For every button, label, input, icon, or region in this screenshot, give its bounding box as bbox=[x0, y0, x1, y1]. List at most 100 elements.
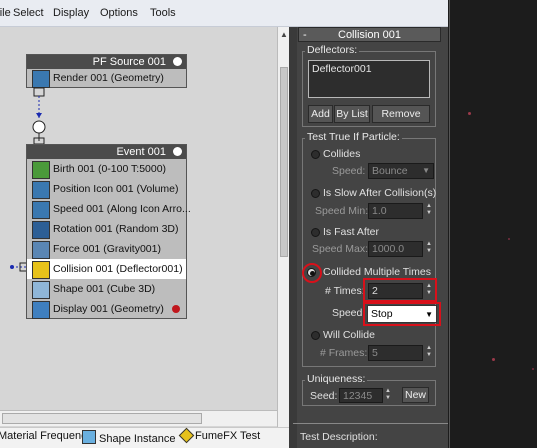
position-icon bbox=[32, 181, 50, 199]
frames-spinner[interactable]: ▲ ▼ bbox=[425, 345, 433, 360]
deflectors-list[interactable]: Deflector001 bbox=[308, 60, 430, 98]
divider bbox=[293, 423, 448, 424]
node-close-icon[interactable] bbox=[173, 147, 182, 156]
node-row-label: Speed 001 (Along Icon Arro... bbox=[53, 203, 191, 215]
collision-icon bbox=[32, 261, 50, 279]
viewport-border bbox=[449, 0, 450, 448]
speed-stop-select[interactable]: Stop ▼ bbox=[367, 305, 437, 323]
menu-options[interactable]: Options bbox=[100, 7, 138, 19]
node-row[interactable]: Display 001 (Geometry) bbox=[27, 299, 186, 319]
speed-stop-label: Speed: bbox=[332, 307, 366, 319]
node-row[interactable]: Rotation 001 (Random 3D) bbox=[27, 219, 186, 239]
times-spinner[interactable]: ▲ ▼ bbox=[425, 283, 433, 298]
node-row-label: Collision 001 (Deflector001) bbox=[53, 263, 183, 275]
node-row-selected[interactable]: Collision 001 (Deflector001) bbox=[27, 259, 186, 279]
radio-dot bbox=[310, 271, 315, 276]
by-list-button[interactable]: By List bbox=[334, 105, 370, 123]
speed-min-spinner[interactable]: ▲ ▼ bbox=[425, 203, 433, 218]
viewport[interactable] bbox=[448, 0, 537, 448]
node-row-label: Rotation 001 (Random 3D) bbox=[53, 223, 179, 235]
deflector-list-item[interactable]: Deflector001 bbox=[312, 63, 372, 75]
chevron-down-icon: ▼ bbox=[422, 166, 430, 175]
horizontal-scrollbar[interactable] bbox=[0, 410, 277, 426]
status-item-shape-instance[interactable]: Shape Instance bbox=[82, 430, 175, 445]
status-item-fumefx-test[interactable]: FumeFX Test bbox=[178, 427, 261, 444]
fumefx-test-icon bbox=[178, 427, 195, 444]
frames-field[interactable]: 5 bbox=[368, 345, 423, 361]
speed-max-field[interactable]: 1000.0 bbox=[368, 241, 423, 257]
menu-tools[interactable]: Tools bbox=[150, 7, 176, 19]
speed-stop-value: Stop bbox=[371, 308, 393, 320]
rollout-title: Collision 001 bbox=[338, 29, 401, 41]
test-label: Test True If Particle: bbox=[305, 131, 402, 143]
birth-icon bbox=[32, 161, 50, 179]
node-row-label: Shape 001 (Cube 3D) bbox=[53, 283, 156, 295]
node-row[interactable]: Speed 001 (Along Icon Arro... bbox=[27, 199, 191, 219]
node-row[interactable]: Position Icon 001 (Volume) bbox=[27, 179, 186, 199]
menu-file[interactable]: File bbox=[0, 7, 11, 19]
will-collide-radio[interactable] bbox=[311, 331, 320, 340]
add-button[interactable]: Add bbox=[308, 105, 333, 123]
node-row-label: Force 001 (Gravity001) bbox=[53, 243, 161, 255]
rotation-icon bbox=[32, 221, 50, 239]
node-row[interactable]: Shape 001 (Cube 3D) bbox=[27, 279, 186, 299]
force-icon bbox=[32, 241, 50, 259]
frames-label: # Frames: bbox=[320, 347, 368, 359]
rollout-header[interactable]: - Collision 001 bbox=[298, 27, 441, 42]
multiple-times-radio[interactable] bbox=[307, 268, 316, 277]
deflectors-label: Deflectors: bbox=[305, 44, 360, 56]
scroll-thumb[interactable] bbox=[2, 413, 202, 424]
remove-button[interactable]: Remove bbox=[372, 105, 430, 123]
shape-instance-icon bbox=[82, 430, 96, 444]
speed-label: Speed: bbox=[332, 165, 366, 177]
speed-value: Bounce bbox=[372, 165, 408, 177]
seed-field[interactable]: 12345 bbox=[339, 388, 383, 403]
particle-view-canvas[interactable]: PF Source 001 Render 001 (Geometry) Even… bbox=[0, 27, 277, 427]
scroll-up-icon[interactable]: ▲ bbox=[280, 30, 288, 39]
menu-bar: File Select Display Options Tools bbox=[0, 0, 448, 27]
status-item-label: Shape Instance bbox=[99, 433, 176, 445]
event-title: Event 001 bbox=[27, 145, 186, 159]
seed-label: Seed: bbox=[310, 390, 338, 402]
test-description-label: Test Description: bbox=[300, 431, 378, 443]
speed-icon bbox=[32, 201, 50, 219]
rollout-collapse-icon[interactable]: - bbox=[303, 28, 307, 42]
status-item-material-frequency[interactable]: Material Frequency bbox=[0, 430, 92, 442]
menu-display[interactable]: Display bbox=[53, 7, 89, 19]
slow-after-radio[interactable] bbox=[311, 189, 320, 198]
particle-dot bbox=[468, 112, 471, 115]
status-item-label: FumeFX Test bbox=[195, 430, 261, 442]
node-row-label: Display 001 (Geometry) bbox=[53, 303, 164, 315]
multiple-times-label: Collided Multiple Times bbox=[323, 266, 431, 278]
fast-after-label: Is Fast After bbox=[323, 226, 380, 238]
display-icon bbox=[32, 301, 50, 319]
speed-min-field[interactable]: 1.0 bbox=[368, 203, 423, 219]
event-node[interactable]: Event 001 Birth 001 (0-100 T:5000) Posit… bbox=[26, 144, 191, 319]
will-collide-label: Will Collide bbox=[323, 329, 375, 341]
new-seed-button[interactable]: New bbox=[402, 387, 429, 403]
vertical-scrollbar[interactable]: ▲ bbox=[277, 27, 289, 427]
fast-after-radio[interactable] bbox=[311, 228, 320, 237]
uniqueness-label: Uniqueness: bbox=[305, 373, 368, 385]
seed-spinner[interactable]: ▲ ▼ bbox=[384, 388, 392, 403]
speed-max-label: Speed Max: bbox=[312, 243, 369, 255]
speed-select[interactable]: Bounce ▼ bbox=[368, 163, 434, 179]
node-row[interactable]: Force 001 (Gravity001) bbox=[27, 239, 186, 259]
display-color-swatch[interactable] bbox=[172, 305, 180, 313]
times-field[interactable]: 2 bbox=[368, 283, 423, 299]
times-label: # Times: bbox=[325, 285, 365, 297]
node-row-label: Birth 001 (0-100 T:5000) bbox=[53, 163, 167, 175]
collides-label: Collides bbox=[323, 148, 361, 160]
scroll-thumb[interactable] bbox=[280, 67, 288, 257]
speed-min-label: Speed Min: bbox=[315, 205, 369, 217]
slow-after-label: Is Slow After Collision(s) bbox=[323, 187, 437, 199]
chevron-down-icon: ▼ bbox=[425, 310, 433, 319]
particle-dot bbox=[532, 368, 534, 370]
panel-scroll-strip[interactable] bbox=[289, 27, 297, 448]
menu-select[interactable]: Select bbox=[13, 7, 44, 19]
collides-radio[interactable] bbox=[311, 150, 320, 159]
shape-icon bbox=[32, 281, 50, 299]
speed-max-spinner[interactable]: ▲ ▼ bbox=[425, 241, 433, 256]
particle-dot bbox=[508, 238, 510, 240]
node-row[interactable]: Birth 001 (0-100 T:5000) bbox=[27, 159, 186, 179]
